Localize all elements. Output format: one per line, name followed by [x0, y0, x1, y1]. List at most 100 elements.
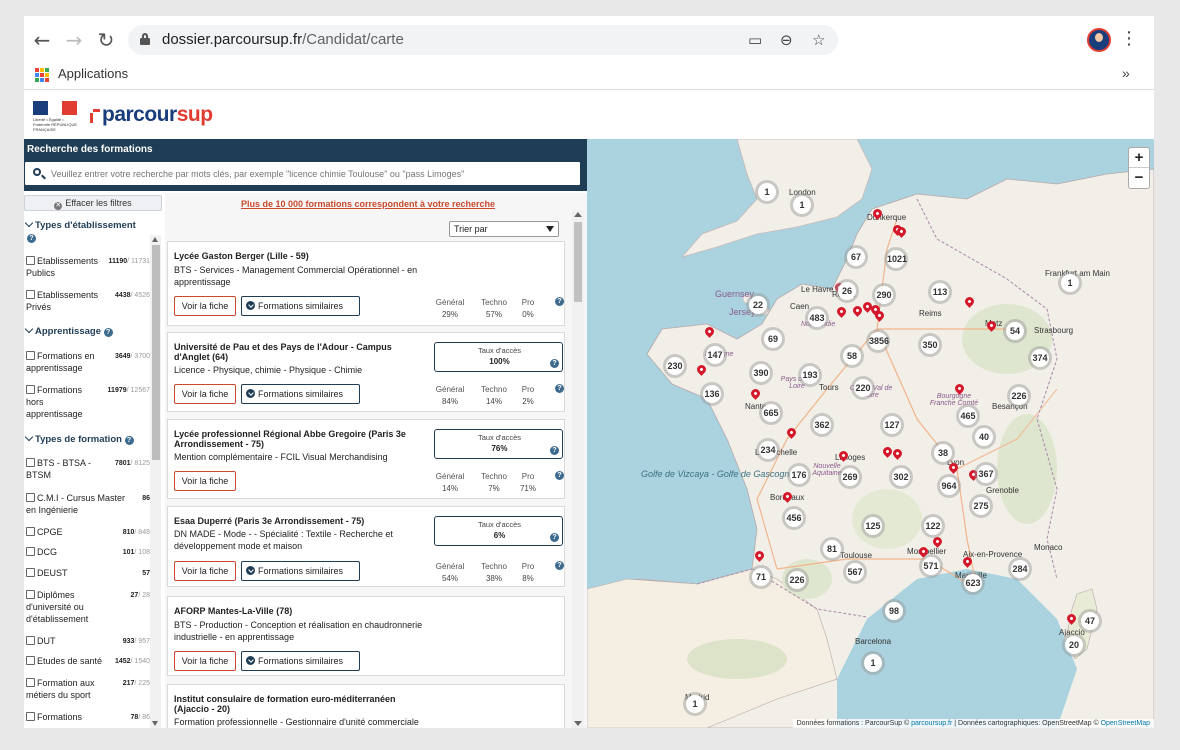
map-cluster[interactable]: 69 — [761, 327, 785, 351]
map-cluster[interactable]: 1021 — [884, 247, 908, 271]
map-cluster[interactable]: 350 — [918, 333, 942, 357]
map-cluster[interactable]: 54 — [1003, 319, 1027, 343]
map-cluster[interactable]: 362 — [810, 413, 834, 437]
map-cluster[interactable]: 284 — [1008, 557, 1032, 581]
view-sheet-button[interactable]: Voir la fiche — [174, 561, 236, 581]
map-cluster[interactable]: 193 — [798, 363, 822, 387]
map-cluster[interactable]: 483 — [805, 306, 829, 330]
results-scrollbar[interactable] — [572, 210, 584, 728]
help-icon[interactable]: ? — [555, 384, 564, 393]
map-cluster[interactable]: 290 — [872, 283, 896, 307]
map-cluster[interactable]: 1 — [755, 180, 779, 204]
map-cluster[interactable]: 127 — [880, 413, 904, 437]
map-cluster[interactable]: 465 — [956, 404, 980, 428]
menu-icon[interactable]: ⋮ — [1120, 28, 1138, 49]
map-cluster[interactable]: 20 — [1062, 633, 1086, 657]
reload-icon[interactable]: ↻ — [94, 28, 118, 52]
map-cluster[interactable]: 81 — [820, 537, 844, 561]
attribution-link-parcoursup[interactable]: parcoursup.fr — [911, 720, 952, 727]
map-cluster[interactable]: 275 — [969, 494, 993, 518]
help-icon[interactable]: ? — [550, 533, 559, 542]
map-cluster[interactable]: 390 — [749, 361, 773, 385]
clear-filters-button[interactable]: ✕ Effacer les filtres — [24, 195, 162, 211]
card-title[interactable]: Université de Pau et des Pays de l'Adour… — [174, 342, 424, 362]
map-cluster[interactable]: 122 — [921, 514, 945, 538]
map-cluster[interactable]: 1 — [683, 692, 707, 716]
map-cluster[interactable]: 176 — [787, 463, 811, 487]
filter-group-formation-type[interactable]: Types de formation ? — [24, 432, 134, 445]
map-view[interactable]: + − London Frankfurt am Main Guernsey Je… — [587, 139, 1154, 728]
view-sheet-button[interactable]: Voir la fiche — [174, 651, 236, 671]
map-cluster[interactable]: 26 — [835, 279, 859, 303]
filters-scrollbar[interactable] — [150, 235, 161, 728]
help-icon[interactable]: ? — [555, 561, 564, 570]
card-title[interactable]: Esaa Duperré (Paris 3e Arrondissement - … — [174, 516, 424, 526]
map-cluster[interactable]: 3856 — [866, 329, 890, 353]
map-cluster[interactable]: 456 — [782, 506, 806, 530]
card-title[interactable]: Lycée professionnel Régional Abbe Gregoi… — [174, 429, 424, 449]
help-icon[interactable]: ? — [27, 234, 36, 243]
help-icon[interactable]: ? — [103, 328, 113, 337]
map-cluster[interactable]: 302 — [889, 465, 913, 489]
parcoursup-logo[interactable]: parcoursup — [90, 103, 220, 129]
star-icon[interactable]: ☆ — [812, 31, 825, 49]
map-cluster[interactable]: 22 — [746, 293, 770, 317]
map-cluster[interactable]: 47 — [1078, 609, 1102, 633]
map-cluster[interactable]: 374 — [1028, 346, 1052, 370]
help-icon[interactable]: ? — [555, 297, 564, 306]
map-cluster[interactable]: 230 — [663, 354, 687, 378]
help-icon[interactable]: ? — [550, 359, 559, 368]
map-cluster[interactable]: 136 — [700, 382, 724, 406]
sort-select[interactable]: Trier par — [449, 221, 559, 237]
map-cluster[interactable]: 665 — [759, 401, 783, 425]
similar-button[interactable]: Formations similaires — [241, 384, 360, 404]
map-cluster[interactable]: 125 — [861, 514, 885, 538]
zoom-icon[interactable]: ⊖ — [780, 31, 793, 49]
card-title[interactable]: Institut consulaire de formation euro-mé… — [174, 694, 424, 714]
cast-icon[interactable]: ▭ — [748, 31, 762, 49]
back-icon[interactable]: ← — [30, 28, 54, 52]
zoom-in-button[interactable]: + — [1129, 148, 1149, 168]
map-cluster[interactable]: 571 — [919, 554, 943, 578]
map-cluster[interactable]: 71 — [749, 565, 773, 589]
map-cluster[interactable]: 226 — [785, 568, 809, 592]
map-cluster[interactable]: 623 — [961, 571, 985, 595]
map-cluster[interactable]: 367 — [974, 462, 998, 486]
help-icon[interactable]: ? — [124, 436, 134, 445]
address-bar[interactable]: dossier.parcoursup.fr/Candidat/carte ▭ ⊖… — [128, 25, 838, 55]
map-cluster[interactable]: 113 — [928, 280, 952, 304]
map-cluster[interactable]: 226 — [1007, 384, 1031, 408]
map-cluster[interactable]: 1 — [1058, 271, 1082, 295]
map-cluster[interactable]: 40 — [972, 425, 996, 449]
search-input[interactable] — [51, 165, 571, 183]
map-cluster[interactable]: 234 — [756, 438, 780, 462]
map-cluster[interactable]: 220 — [851, 376, 875, 400]
map-cluster[interactable]: 269 — [838, 465, 862, 489]
bookmark-applications[interactable]: Applications — [58, 66, 128, 81]
card-title[interactable]: Lycée Gaston Berger (Lille - 59) — [174, 251, 424, 261]
map-cluster[interactable]: 1 — [861, 651, 885, 675]
map-cluster[interactable]: 98 — [882, 599, 906, 623]
view-sheet-button[interactable]: Voir la fiche — [174, 296, 236, 316]
bookmarks-more[interactable]: » — [1122, 65, 1130, 81]
map-cluster[interactable]: 67 — [844, 245, 868, 269]
results-count-link[interactable]: Plus de 10 000 formations correspondent … — [165, 199, 571, 209]
view-sheet-button[interactable]: Voir la fiche — [174, 471, 236, 491]
attribution-link-osm[interactable]: OpenStreetMap — [1101, 720, 1150, 727]
profile-avatar[interactable] — [1087, 28, 1111, 52]
map-cluster[interactable]: 38 — [931, 441, 955, 465]
zoom-out-button[interactable]: − — [1129, 168, 1149, 188]
similar-button[interactable]: Formations similaires — [241, 561, 360, 581]
map-cluster[interactable]: 58 — [840, 344, 864, 368]
similar-button[interactable]: Formations similaires — [241, 651, 360, 671]
help-icon[interactable]: ? — [550, 446, 559, 455]
filter-group-establishment[interactable]: Types d'établissement — [24, 218, 136, 231]
map-cluster[interactable]: 964 — [937, 474, 961, 498]
map-cluster[interactable]: 147 — [703, 343, 727, 367]
similar-button[interactable]: Formations similaires — [241, 296, 360, 316]
card-title[interactable]: AFORP Mantes-La-Ville (78) — [174, 606, 424, 616]
map-cluster[interactable]: 1 — [790, 193, 814, 217]
filter-group-apprenticeship[interactable]: Apprentissage ? — [24, 324, 113, 337]
view-sheet-button[interactable]: Voir la fiche — [174, 384, 236, 404]
map-cluster[interactable]: 567 — [843, 560, 867, 584]
